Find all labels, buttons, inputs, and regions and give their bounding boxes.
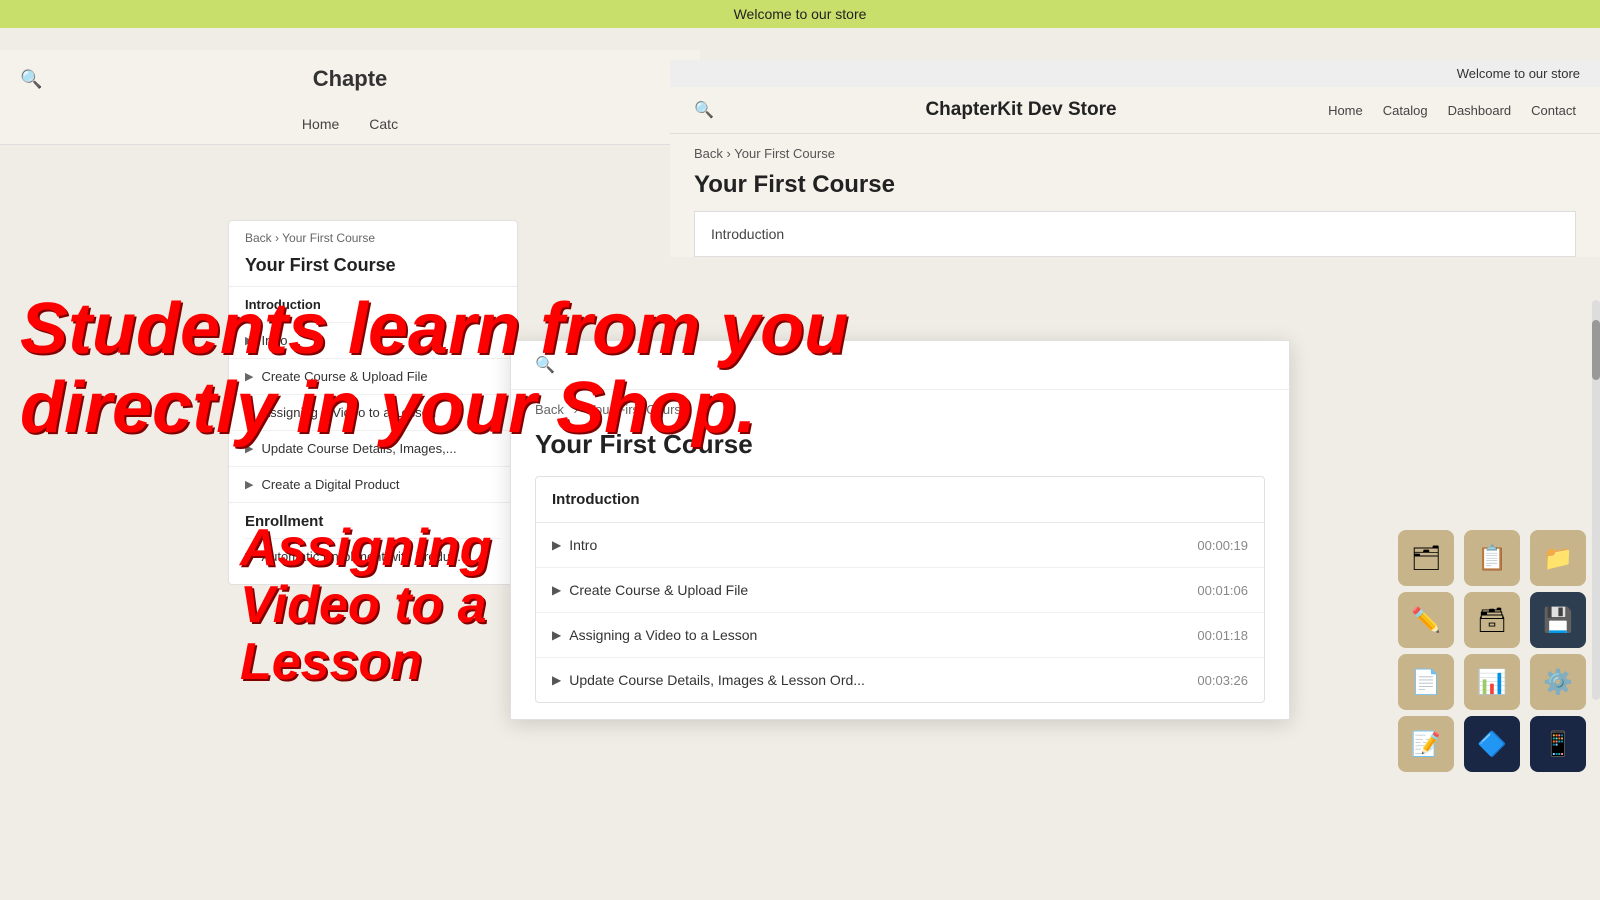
- window2-top-bar: Welcome to our store: [670, 60, 1600, 87]
- search-icon[interactable]: 🔍: [20, 69, 42, 90]
- play-icon: ▶: [245, 370, 253, 383]
- duration: 00:00:19: [1197, 538, 1248, 553]
- right-course-title: Your First Course: [670, 165, 1600, 211]
- sidebar-breadcrumb: Back › Your First Course: [229, 221, 517, 249]
- play-icon: ▶: [552, 538, 561, 552]
- section-title: Introduction: [711, 226, 784, 242]
- icon-cell-3[interactable]: 📁: [1530, 530, 1586, 586]
- introduction-section: Introduction ▶ Intro 00:00:19 ▶ Create C…: [535, 476, 1265, 703]
- play-icon: ▶: [245, 442, 253, 455]
- search-icon-3[interactable]: 🔍: [535, 355, 555, 375]
- window1-nav: Home Catc: [0, 108, 700, 145]
- lesson-name: Create Course & Upload File: [569, 582, 748, 598]
- lesson-name: Intro: [261, 333, 287, 348]
- welcome-bar-text: Welcome to our store: [734, 6, 867, 22]
- window2-logo: ChapterKit Dev Store: [925, 99, 1116, 121]
- icon-cell-5[interactable]: 🗃: [1464, 592, 1520, 648]
- window1-header: 🔍 Chapte: [0, 50, 700, 108]
- icon-cell-4[interactable]: ✏️: [1398, 592, 1454, 648]
- list-item[interactable]: ▶ Assigning a Video to a Lesson: [229, 394, 517, 430]
- lesson-name: Assigning a Video to a Lesson: [569, 627, 757, 643]
- lesson-name: Intro: [569, 537, 597, 553]
- list-item[interactable]: ▶ Create a Digital Product: [229, 466, 517, 502]
- window2-nav: Home Catalog Dashboard Contact: [1328, 103, 1576, 118]
- icon-cell-6[interactable]: 💾: [1530, 592, 1586, 648]
- window1-logo: Chapte: [313, 66, 388, 92]
- lesson-name: Assigning a Video to a Lesson: [261, 405, 436, 420]
- welcome-bar: Welcome to our store: [0, 0, 1600, 28]
- duration: 00:03:26: [1197, 673, 1248, 688]
- right-breadcrumb: Back › Your First Course: [670, 134, 1600, 165]
- table-row[interactable]: ▶ Assigning a Video to a Lesson 00:01:18: [536, 613, 1264, 658]
- sb-course: Your First Course: [282, 231, 375, 245]
- nav2-dashboard[interactable]: Dashboard: [1448, 103, 1512, 118]
- lesson-name: Create Course & Upload File: [261, 369, 427, 384]
- scrollbar-thumb[interactable]: [1592, 320, 1600, 380]
- icon-cell-10[interactable]: 📝: [1398, 716, 1454, 772]
- sidebar-panel: Back › Your First Course Your First Cour…: [228, 220, 518, 585]
- section-header: Introduction: [536, 477, 1264, 523]
- nav-home[interactable]: Home: [302, 116, 339, 132]
- w3-course: Your First Course: [587, 402, 688, 417]
- rb-back[interactable]: Back: [694, 146, 723, 161]
- icon-cell-1[interactable]: 🗂: [1398, 530, 1454, 586]
- window-2-light: Welcome to our store 🔍 ChapterKit Dev St…: [670, 60, 1600, 257]
- window-1: 🔍 Chapte Home Catc: [0, 50, 700, 145]
- window-3: 🔍 Back › Your First Course Your First Co…: [510, 340, 1290, 720]
- nav2-home[interactable]: Home: [1328, 103, 1363, 118]
- list-item[interactable]: ▶ Update Course Details, Images,...: [229, 430, 517, 466]
- enrollment-lesson: Automatic Enrollment with Produ...: [261, 549, 460, 564]
- window3-header: 🔍: [511, 341, 1289, 390]
- list-item[interactable]: ▶ Intro: [229, 322, 517, 358]
- enrollment-section: Enrollment ▶ Automatic Enrollment with P…: [229, 502, 517, 584]
- list-item[interactable]: ▶ Create Course & Upload File: [229, 358, 517, 394]
- window3-breadcrumb: Back › Your First Course: [511, 390, 1289, 421]
- lesson-name: Update Course Details, Images,...: [261, 441, 456, 456]
- nav-catalog[interactable]: Catc: [369, 116, 398, 132]
- play-icon: ▶: [245, 478, 253, 491]
- icon-grid: 🗂 📋 📁 ✏️ 🗃 💾 📄 📊 ⚙️ 📝 🔷 📱: [1398, 530, 1590, 772]
- icon-cell-12[interactable]: 📱: [1530, 716, 1586, 772]
- play-icon: ▶: [552, 628, 561, 642]
- section-box: Introduction: [694, 211, 1576, 257]
- enrollment-title: Enrollment: [245, 513, 501, 530]
- play-icon: ▶: [552, 673, 561, 687]
- nav2-contact[interactable]: Contact: [1531, 103, 1576, 118]
- icon-cell-9[interactable]: ⚙️: [1530, 654, 1586, 710]
- rb-course: Your First Course: [734, 146, 835, 161]
- w3-sep: ›: [574, 402, 582, 417]
- scrollbar[interactable]: [1592, 300, 1600, 700]
- search-icon-2[interactable]: 🔍: [694, 100, 714, 120]
- list-item[interactable]: ▶ Automatic Enrollment with Produ...: [245, 538, 501, 574]
- table-row[interactable]: ▶ Update Course Details, Images & Lesson…: [536, 658, 1264, 702]
- window3-course-title: Your First Course: [511, 421, 1289, 476]
- duration: 00:01:18: [1197, 628, 1248, 643]
- lesson-name: Update Course Details, Images & Lesson O…: [569, 672, 865, 688]
- nav2-catalog[interactable]: Catalog: [1383, 103, 1428, 118]
- w3-back[interactable]: Back: [535, 402, 564, 417]
- sb-back[interactable]: Back: [245, 231, 272, 245]
- icon-cell-2[interactable]: 📋: [1464, 530, 1520, 586]
- play-icon: ▶: [245, 406, 253, 419]
- window2-header: 🔍 ChapterKit Dev Store Home Catalog Dash…: [670, 87, 1600, 134]
- window2-welcome-text: Welcome to our store: [1457, 66, 1580, 81]
- icon-cell-11[interactable]: 🔷: [1464, 716, 1520, 772]
- sidebar-section-header: Introduction: [229, 286, 517, 322]
- lesson-name: Create a Digital Product: [261, 477, 399, 492]
- duration: 00:01:06: [1197, 583, 1248, 598]
- table-row[interactable]: ▶ Create Course & Upload File 00:01:06: [536, 568, 1264, 613]
- icon-cell-8[interactable]: 📊: [1464, 654, 1520, 710]
- icon-cell-7[interactable]: 📄: [1398, 654, 1454, 710]
- play-icon: ▶: [245, 550, 253, 563]
- play-icon: ▶: [245, 334, 253, 347]
- play-icon: ▶: [552, 583, 561, 597]
- sidebar-course-title: Your First Course: [229, 249, 517, 286]
- table-row[interactable]: ▶ Intro 00:00:19: [536, 523, 1264, 568]
